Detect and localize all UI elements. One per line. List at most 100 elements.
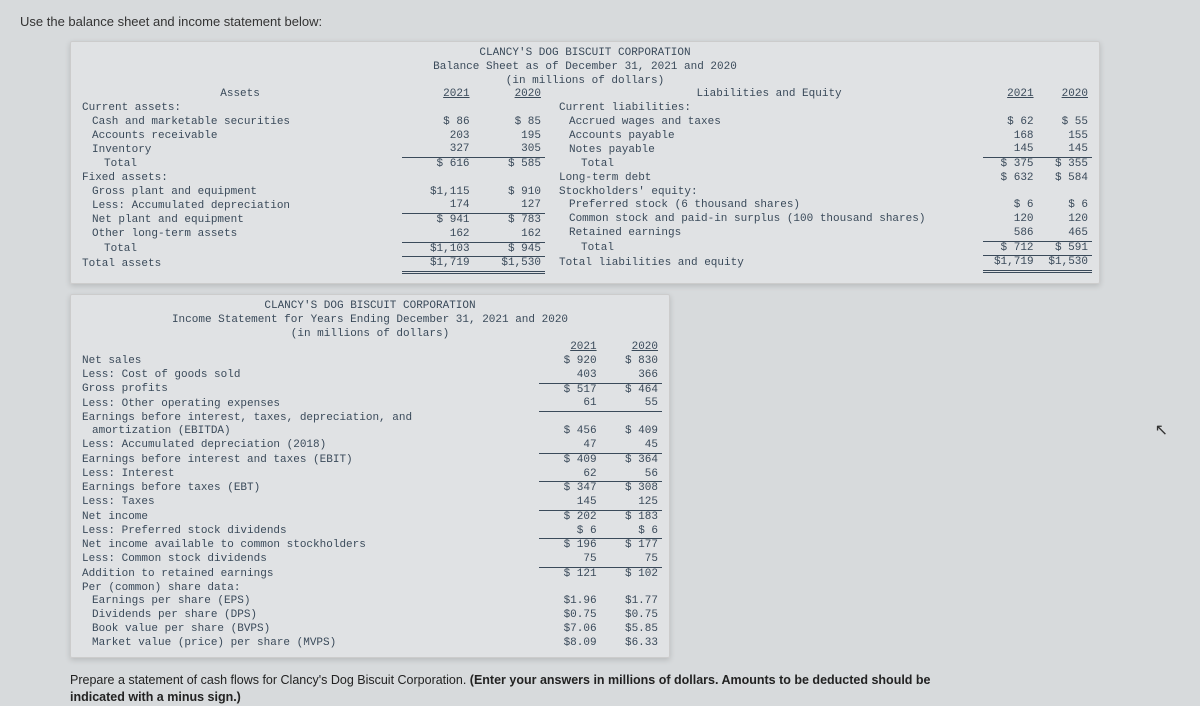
is-col-2020: 2020: [601, 341, 662, 355]
inv-2020: 305: [474, 143, 545, 157]
dep-2020: 45: [601, 439, 662, 453]
niac-2020: $ 177: [601, 539, 662, 553]
re-2020: 465: [1038, 227, 1092, 241]
niac-label: Net income available to common stockhold…: [78, 539, 539, 553]
col-2020-r: 2020: [1038, 88, 1092, 102]
inv-2021: 327: [402, 143, 473, 157]
gpe-label: Gross plant and equipment: [78, 186, 402, 200]
ebitda-label-1: Earnings before interest, taxes, depreci…: [78, 412, 539, 426]
ta-2020: $1,530: [474, 257, 545, 273]
cash-2021: $ 86: [402, 116, 473, 130]
ap-label: Accounts payable: [555, 130, 983, 144]
income-statement-table: 20212020 Net sales$ 920$ 830 Less: Cost …: [78, 341, 662, 650]
olt-2021: 162: [402, 228, 473, 242]
bvps-label: Book value per share (BVPS): [78, 623, 539, 637]
bs-corp: CLANCY'S DOG BISCUIT CORPORATION: [78, 47, 1092, 61]
col-2020: 2020: [474, 88, 545, 102]
csd-2020: 75: [601, 553, 662, 567]
dps-2020: $0.75: [601, 609, 662, 623]
income-statement-panel: CLANCY'S DOG BISCUIT CORPORATION Income …: [70, 294, 670, 658]
csd-label: Less: Common stock dividends: [78, 553, 539, 567]
dps-2021: $0.75: [539, 609, 600, 623]
ebitda-label-2: amortization (EBITDA): [78, 425, 539, 439]
are-label: Addition to retained earnings: [78, 567, 539, 581]
awt-2021: $ 62: [983, 116, 1037, 130]
ladep-2020: 127: [474, 199, 545, 213]
olt-2020: 162: [474, 228, 545, 242]
ns-2020: $ 830: [601, 355, 662, 369]
ap-2021: 168: [983, 130, 1037, 144]
tse-2020: $ 591: [1038, 241, 1092, 256]
npe-2021: $ 941: [402, 214, 473, 228]
mvps-2020: $6.33: [601, 637, 662, 651]
ebt-2020: $ 308: [601, 482, 662, 496]
gp-2021: $ 517: [539, 383, 600, 397]
current-liab-label: Current liabilities:: [555, 102, 983, 116]
ps-label: Preferred stock (6 thousand shares): [555, 199, 983, 213]
ebitda-2020: $ 409: [601, 425, 662, 439]
ltd-label: Long-term debt: [555, 172, 983, 186]
ltd-2020: $ 584: [1038, 172, 1092, 186]
assets-heading: Assets: [78, 88, 402, 102]
psd-2021: $ 6: [539, 525, 600, 539]
col-2021-r: 2021: [983, 88, 1037, 102]
total-ca-label: Total: [78, 158, 402, 172]
mvps-label: Market value (price) per share (MVPS): [78, 637, 539, 651]
ta-label: Total assets: [78, 257, 402, 273]
niac-2021: $ 196: [539, 539, 600, 553]
cogs-2021: 403: [539, 369, 600, 383]
int-2021: 62: [539, 468, 600, 482]
int-2020: 56: [601, 468, 662, 482]
ladep-2021: 174: [402, 199, 473, 213]
balance-sheet-panel: CLANCY'S DOG BISCUIT CORPORATION Balance…: [70, 41, 1100, 284]
liabilities-table: Liabilities and Equity 2021 2020 Current…: [555, 88, 1092, 273]
ns-label: Net sales: [78, 355, 539, 369]
col-2021: 2021: [402, 88, 473, 102]
eps-2020: $1.77: [601, 595, 662, 609]
assets-table: Assets 2021 2020 Current assets: Cash an…: [78, 88, 545, 274]
ps-2020: $ 6: [1038, 199, 1092, 213]
tax-2020: 125: [601, 496, 662, 510]
csd-2021: 75: [539, 553, 600, 567]
dps-label: Dividends per share (DPS): [78, 609, 539, 623]
cs-label: Common stock and paid-in surplus (100 th…: [555, 213, 983, 227]
are-2021: $ 121: [539, 567, 600, 581]
ltd-2021: $ 632: [983, 172, 1037, 186]
tfa-2020: $ 945: [474, 242, 545, 257]
is-units: (in millions of dollars): [78, 328, 662, 342]
ebt-2021: $ 347: [539, 482, 600, 496]
tca-2020: $ 585: [474, 158, 545, 172]
tcl-2021: $ 375: [983, 158, 1037, 172]
cursor-icon: ↖: [1155, 420, 1168, 440]
tfa-2021: $1,103: [402, 242, 473, 257]
ebit-2020: $ 364: [601, 453, 662, 467]
current-assets-label: Current assets:: [78, 102, 402, 116]
question-prompt: Use the balance sheet and income stateme…: [20, 10, 1180, 33]
instructions: Prepare a statement of cash flows for Cl…: [70, 672, 950, 706]
is-corp: CLANCY'S DOG BISCUIT CORPORATION: [78, 300, 662, 314]
bvps-2020: $5.85: [601, 623, 662, 637]
tle-label: Total liabilities and equity: [555, 256, 983, 272]
mvps-2021: $8.09: [539, 637, 600, 651]
ooe-label: Less: Other operating expenses: [78, 397, 539, 411]
cash-2020: $ 85: [474, 116, 545, 130]
is-title: Income Statement for Years Ending Decemb…: [78, 314, 662, 328]
np-label: Notes payable: [555, 143, 983, 157]
inv-label: Inventory: [78, 143, 402, 157]
are-2020: $ 102: [601, 567, 662, 581]
tax-label: Less: Taxes: [78, 496, 539, 510]
tcl-2020: $ 355: [1038, 158, 1092, 172]
re-2021: 586: [983, 227, 1037, 241]
ooe-2020: 55: [601, 397, 662, 411]
ni-2020: $ 183: [601, 510, 662, 524]
awt-2020: $ 55: [1038, 116, 1092, 130]
ni-2021: $ 202: [539, 510, 600, 524]
ladep-label: Less: Accumulated depreciation: [78, 199, 402, 213]
awt-label: Accrued wages and taxes: [555, 116, 983, 130]
fixed-assets-label: Fixed assets:: [78, 172, 402, 186]
ar-2020: 195: [474, 130, 545, 144]
ta-2021: $1,719: [402, 257, 473, 273]
olt-label: Other long-term assets: [78, 228, 402, 242]
gp-2020: $ 464: [601, 383, 662, 397]
se-label: Stockholders' equity:: [555, 186, 983, 200]
